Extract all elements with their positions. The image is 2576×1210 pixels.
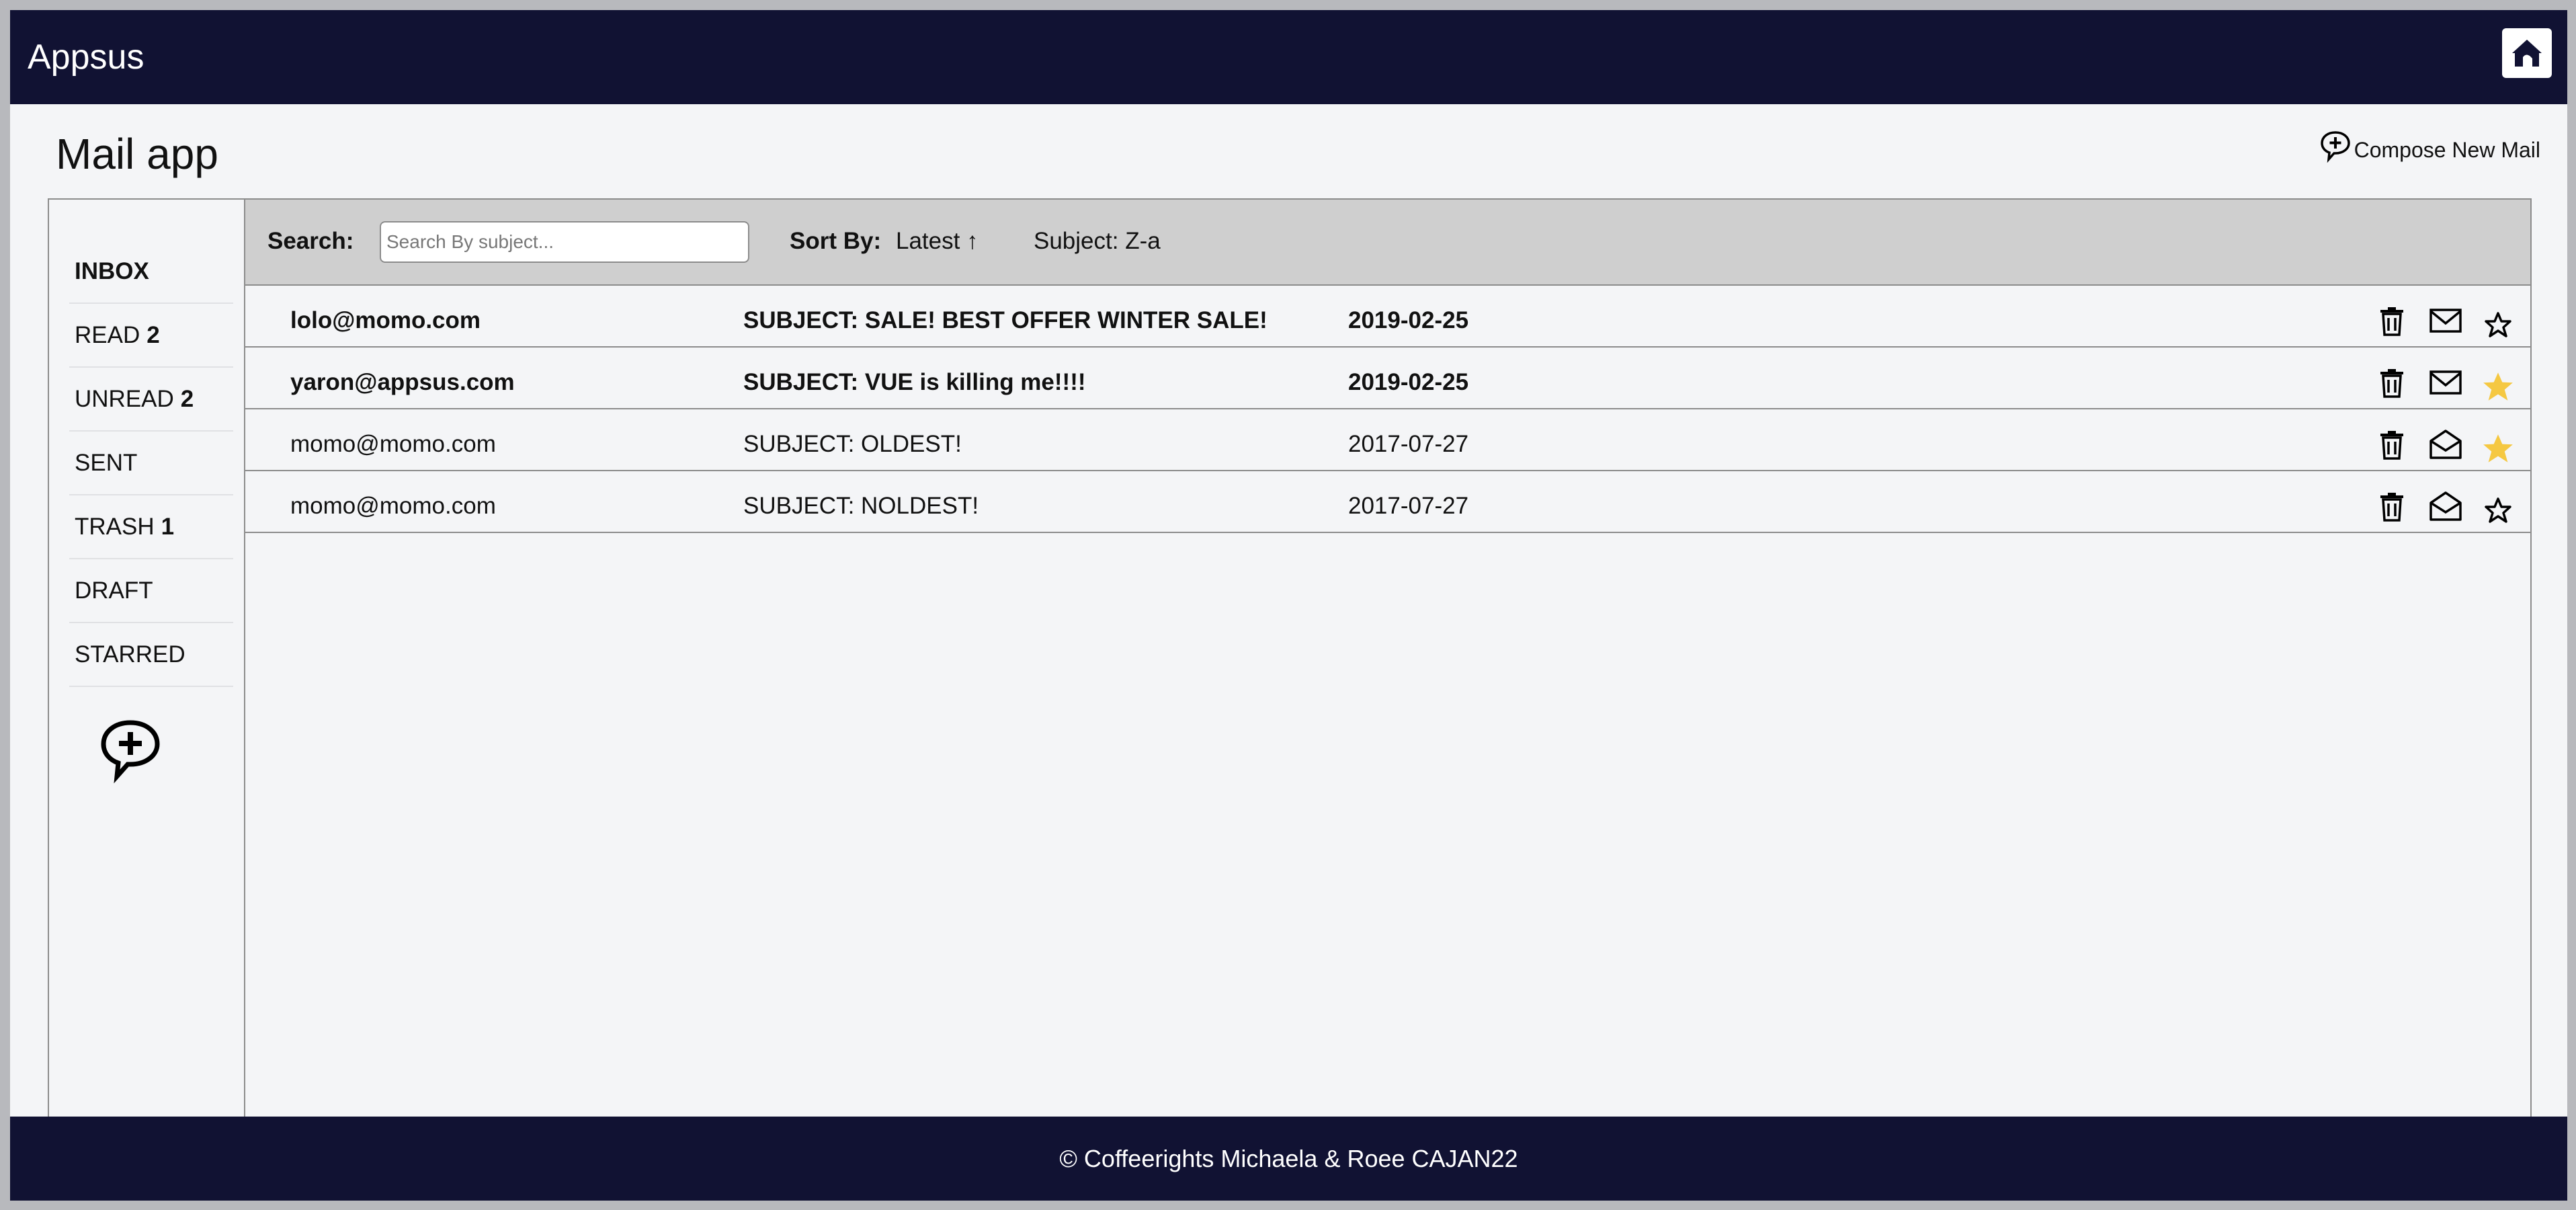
- toggle-read-button[interactable]: [2427, 426, 2464, 463]
- filter-bar: Search: Sort By: Latest ↑ Subject: Z-a: [245, 200, 2530, 286]
- sort-by-date-button[interactable]: Latest ↑: [896, 227, 979, 256]
- mail-row[interactable]: momo@momo.com SUBJECT: OLDEST! 2017-07-2…: [245, 409, 2530, 471]
- mail-date: 2017-07-27: [1348, 431, 1469, 457]
- compose-bubble-icon: [2320, 131, 2350, 163]
- star-outline-icon: [2485, 497, 2511, 523]
- star-button[interactable]: [2479, 491, 2517, 529]
- folder-sent[interactable]: SENT: [69, 432, 233, 495]
- toggle-read-button[interactable]: [2427, 302, 2464, 339]
- sort-label: Sort By:: [790, 228, 882, 254]
- folder-starred[interactable]: STARRED: [69, 623, 233, 687]
- search-label: Search:: [267, 228, 354, 254]
- folder-trash[interactable]: TRASH 1: [69, 495, 233, 559]
- mail-container: INBOX READ 2 UNREAD 2 SENT TRASH 1 DRAFT…: [48, 198, 2532, 1119]
- folder-count: 2: [147, 321, 160, 348]
- trash-icon: [2380, 431, 2403, 460]
- trash-icon: [2380, 493, 2403, 522]
- toggle-read-button[interactable]: [2427, 487, 2464, 525]
- folder-label: READ: [75, 321, 140, 348]
- delete-button[interactable]: [2373, 487, 2411, 525]
- compose-new-mail-label: Compose New Mail: [2354, 138, 2540, 162]
- star-filled-icon: [2483, 434, 2513, 462]
- mail-from: momo@momo.com: [290, 493, 496, 519]
- footer-text: © Coffeerights Michaela & Roee CAJAN22: [1059, 1144, 1518, 1172]
- mail-subject: SUBJECT: OLDEST!: [743, 431, 962, 457]
- folder-read[interactable]: READ 2: [69, 304, 233, 368]
- folder-label: SENT: [75, 449, 138, 476]
- star-filled-icon: [2483, 372, 2513, 401]
- delete-button[interactable]: [2373, 364, 2411, 401]
- envelope-closed-icon: [2429, 370, 2462, 395]
- mail-rows: lolo@momo.com SUBJECT: SALE! BEST OFFER …: [245, 286, 2530, 533]
- folder-count: 2: [180, 385, 194, 412]
- folder-label: TRASH: [75, 513, 155, 540]
- mail-from: lolo@momo.com: [290, 307, 481, 333]
- mail-subject: SUBJECT: VUE is killing me!!!!: [743, 369, 1086, 395]
- delete-button[interactable]: [2373, 426, 2411, 463]
- delete-button[interactable]: [2373, 302, 2411, 339]
- folder-label: DRAFT: [75, 577, 153, 604]
- app-frame: Appsus Mail app Compose New Mail INBOX R…: [10, 10, 2567, 1201]
- mail-date: 2019-02-25: [1348, 307, 1469, 333]
- search-input[interactable]: [380, 221, 749, 263]
- star-button[interactable]: [2479, 430, 2517, 467]
- mail-subject: SUBJECT: NOLDEST!: [743, 493, 979, 519]
- mail-from: yaron@appsus.com: [290, 369, 515, 395]
- folder-count: 1: [161, 513, 175, 540]
- mail-date: 2019-02-25: [1348, 369, 1469, 395]
- top-header: Appsus: [10, 10, 2567, 104]
- folder-draft[interactable]: DRAFT: [69, 559, 233, 623]
- sidebar-compose-button[interactable]: [93, 717, 167, 784]
- folder-inbox[interactable]: INBOX: [69, 240, 233, 304]
- trash-icon: [2380, 307, 2403, 336]
- envelope-open-icon: [2429, 430, 2462, 459]
- folder-label: UNREAD: [75, 385, 174, 412]
- mail-row[interactable]: momo@momo.com SUBJECT: NOLDEST! 2017-07-…: [245, 471, 2530, 533]
- star-outline-icon: [2485, 312, 2511, 337]
- mail-list-area: Search: Sort By: Latest ↑ Subject: Z-a l…: [245, 200, 2530, 1118]
- star-button[interactable]: [2479, 306, 2517, 344]
- mail-from: momo@momo.com: [290, 431, 496, 457]
- mail-row[interactable]: lolo@momo.com SUBJECT: SALE! BEST OFFER …: [245, 286, 2530, 348]
- envelope-open-icon: [2429, 491, 2462, 521]
- compose-new-mail-button[interactable]: Compose New Mail: [2319, 130, 2540, 163]
- trash-icon: [2380, 369, 2403, 398]
- page-footer: © Coffeerights Michaela & Roee CAJAN22: [10, 1117, 2567, 1201]
- home-icon: [2512, 40, 2542, 67]
- star-button[interactable]: [2479, 368, 2517, 405]
- folder-list: INBOX READ 2 UNREAD 2 SENT TRASH 1 DRAFT…: [69, 240, 233, 687]
- home-button[interactable]: [2502, 28, 2552, 78]
- folder-label: STARRED: [75, 641, 185, 668]
- page-title: Mail app: [56, 130, 218, 178]
- toggle-read-button[interactable]: [2427, 364, 2464, 401]
- mail-subject: SUBJECT: SALE! BEST OFFER WINTER SALE!: [743, 307, 1268, 333]
- app-brand[interactable]: Appsus: [28, 37, 144, 77]
- folder-label: INBOX: [75, 257, 149, 284]
- compose-bubble-icon: [101, 720, 160, 784]
- sort-by-subject-button[interactable]: Subject: Z-a: [1034, 227, 1161, 256]
- folder-sidebar: INBOX READ 2 UNREAD 2 SENT TRASH 1 DRAFT…: [49, 200, 245, 1118]
- envelope-closed-icon: [2429, 309, 2462, 333]
- folder-unread[interactable]: UNREAD 2: [69, 368, 233, 432]
- mail-date: 2017-07-27: [1348, 493, 1469, 519]
- mail-row[interactable]: yaron@appsus.com SUBJECT: VUE is killing…: [245, 348, 2530, 409]
